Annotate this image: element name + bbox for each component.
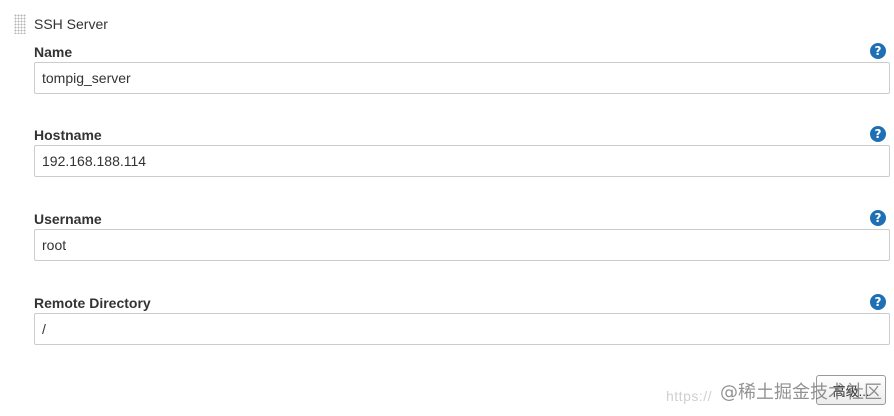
section-title: SSH Server (34, 16, 108, 32)
help-icon[interactable]: ? (870, 126, 886, 142)
help-icon[interactable]: ? (870, 210, 886, 226)
help-icon[interactable]: ? (870, 294, 886, 310)
username-label: Username (34, 211, 102, 227)
name-input[interactable] (34, 62, 890, 94)
hostname-input[interactable] (34, 145, 890, 177)
watermark-brand: @稀土掘金技术社区 (720, 382, 882, 403)
help-icon[interactable]: ? (870, 43, 886, 59)
username-input[interactable] (34, 229, 890, 261)
remote-directory-input[interactable] (34, 313, 890, 345)
remote-directory-label: Remote Directory (34, 295, 151, 311)
drag-handle-icon[interactable] (14, 14, 26, 34)
name-label: Name (34, 44, 73, 60)
watermark-url: https:// (666, 388, 713, 404)
hostname-label: Hostname (34, 127, 102, 143)
